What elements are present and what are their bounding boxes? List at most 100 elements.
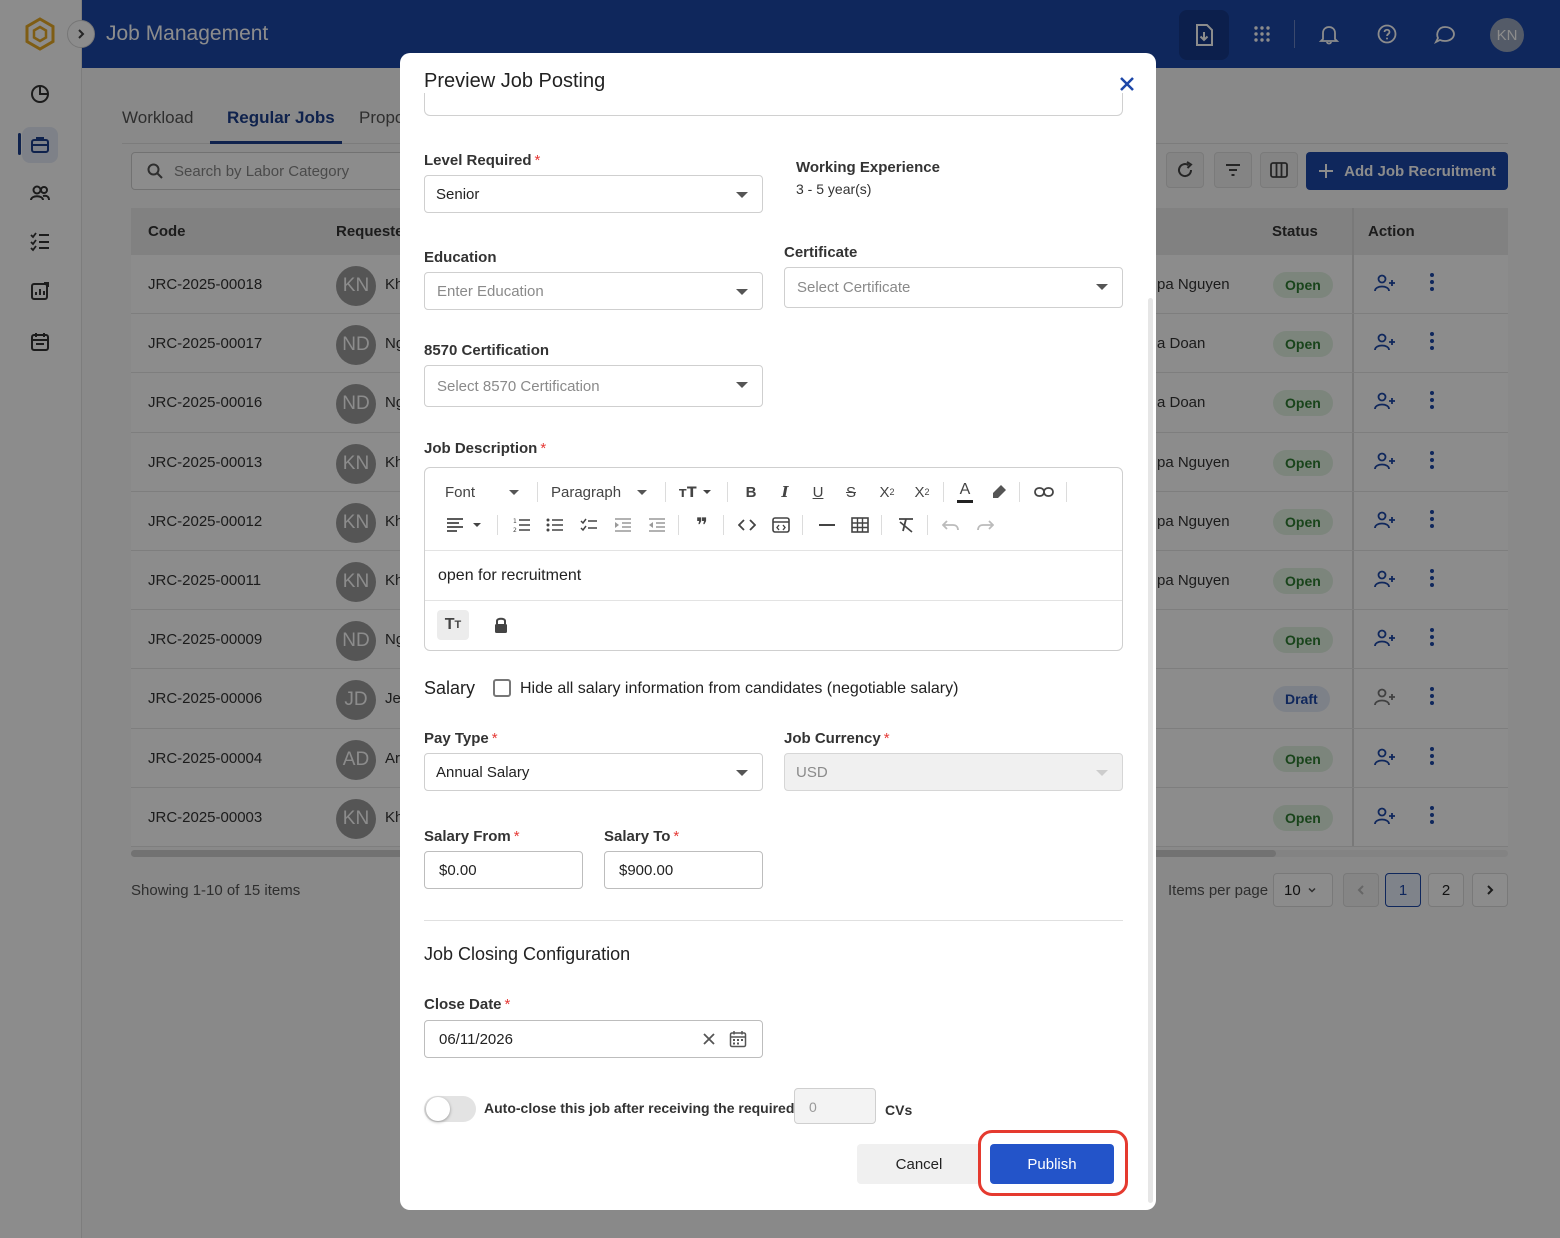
toolbar-separator: [802, 515, 803, 535]
svg-text:T: T: [687, 485, 697, 500]
paragraph-select[interactable]: Paragraph: [543, 480, 655, 504]
horizontal-rule-icon[interactable]: [814, 513, 840, 537]
strikethrough-icon[interactable]: S: [838, 480, 864, 504]
close-date-label: Close Date *: [424, 996, 511, 1013]
hide-salary-checkbox[interactable]: [493, 679, 511, 697]
code-icon[interactable]: [734, 513, 760, 537]
toolbar-separator: [881, 515, 882, 535]
job-currency-value: USD: [796, 764, 828, 781]
clear-format-icon[interactable]: [893, 513, 919, 537]
close-date-input[interactable]: 06/11/2026: [424, 1020, 763, 1058]
cv-count-value: 0: [809, 1099, 817, 1115]
caret-down-icon: [736, 770, 748, 776]
level-required-select[interactable]: Senior: [424, 175, 763, 213]
toolbar-separator: [927, 515, 928, 535]
level-required-label: Level Required *: [424, 152, 541, 169]
toolbar-separator: [1066, 482, 1067, 502]
modal-scrollbar[interactable]: [1148, 298, 1153, 1203]
table-icon[interactable]: [847, 513, 873, 537]
checklist-icon[interactable]: [576, 513, 602, 537]
pay-type-label: Pay Type *: [424, 730, 498, 747]
font-select[interactable]: Font: [437, 480, 527, 504]
job-description-label: Job Description *: [424, 440, 547, 457]
toolbar-separator: [943, 482, 944, 502]
link-icon[interactable]: [1030, 480, 1058, 504]
font-select-label: Font: [445, 483, 476, 501]
preview-job-posting-modal: Preview Job Posting Level Required * Seni…: [400, 53, 1156, 1210]
svg-text:2: 2: [513, 527, 517, 533]
level-required-value: Senior: [436, 186, 480, 203]
caret-down-icon: [736, 289, 748, 295]
clear-date-icon[interactable]: [702, 1032, 716, 1050]
font-size-icon[interactable]: TT: [675, 480, 719, 504]
salary-to-value: $900.00: [619, 862, 674, 879]
cert-8570-placeholder: Select 8570 Certification: [437, 378, 600, 395]
certificate-select[interactable]: Select Certificate: [784, 267, 1123, 308]
toolbar-separator: [537, 482, 538, 502]
ordered-list-icon[interactable]: 12: [509, 513, 535, 537]
caret-down-icon: [637, 489, 647, 495]
close-icon: [1120, 77, 1134, 91]
cv-suffix-label: CVs: [885, 1102, 913, 1118]
pay-type-select[interactable]: Annual Salary: [424, 753, 763, 791]
salary-to-input[interactable]: $900.00: [604, 851, 763, 889]
cancel-button[interactable]: Cancel: [857, 1144, 981, 1184]
code-block-icon[interactable]: [768, 513, 794, 537]
job-description-text: open for recruitment: [438, 567, 582, 584]
text-format-toggle-icon[interactable]: TT: [437, 610, 469, 640]
working-experience-value: 3 - 5 year(s): [796, 181, 872, 197]
toolbar-separator: [1019, 482, 1020, 502]
bold-icon[interactable]: B: [738, 480, 764, 504]
certificate-placeholder: Select Certificate: [797, 279, 911, 296]
caret-down-icon: [736, 382, 748, 388]
quote-icon[interactable]: ❞: [689, 513, 715, 537]
pay-type-value: Annual Salary: [436, 764, 530, 781]
education-label: Education: [424, 249, 497, 266]
bullet-list-icon[interactable]: [542, 513, 568, 537]
italic-icon[interactable]: I: [772, 480, 798, 504]
toolbar-separator: [497, 515, 498, 535]
toolbar-separator: [727, 482, 728, 502]
highlight-color-icon[interactable]: [986, 480, 1012, 504]
caret-down-icon: [509, 489, 519, 495]
modal-title: Preview Job Posting: [424, 70, 606, 92]
caret-down-icon: [1096, 284, 1108, 290]
subscript-icon[interactable]: X2: [874, 480, 900, 504]
toolbar-separator: [678, 515, 679, 535]
certificate-label: Certificate: [784, 244, 858, 261]
text-color-icon[interactable]: A: [952, 478, 978, 506]
paragraph-select-label: Paragraph: [551, 483, 622, 501]
salary-from-value: $0.00: [439, 862, 477, 879]
job-currency-select: USD: [784, 753, 1123, 791]
previous-field-partial: [424, 93, 1123, 116]
close-date-value: 06/11/2026: [439, 1031, 513, 1048]
cert-8570-select[interactable]: Select 8570 Certification: [424, 365, 763, 407]
superscript-icon[interactable]: X2: [909, 480, 935, 504]
toolbar-separator: [723, 515, 724, 535]
align-icon[interactable]: [443, 513, 487, 537]
publish-highlight-annotation: [978, 1130, 1128, 1196]
underline-icon[interactable]: U: [805, 480, 831, 504]
outdent-icon[interactable]: [644, 513, 670, 537]
salary-section-title: Salary: [424, 678, 476, 698]
cert-8570-label: 8570 Certification: [424, 342, 550, 359]
education-select[interactable]: Enter Education: [424, 272, 763, 310]
education-placeholder: Enter Education: [437, 283, 544, 300]
hide-salary-label: Hide all salary information from candida…: [520, 680, 959, 697]
caret-down-icon: [736, 192, 748, 198]
job-currency-label: Job Currency *: [784, 730, 890, 747]
auto-close-toggle[interactable]: [424, 1096, 476, 1122]
salary-from-input[interactable]: $0.00: [424, 851, 583, 889]
calendar-icon[interactable]: [729, 1030, 747, 1052]
undo-icon[interactable]: [938, 513, 964, 537]
working-experience-label: Working Experience: [796, 159, 940, 176]
toggle-knob: [426, 1097, 450, 1121]
job-closing-title: Job Closing Configuration: [424, 944, 631, 964]
indent-icon[interactable]: [610, 513, 636, 537]
redo-icon[interactable]: [972, 513, 998, 537]
editor-content-area[interactable]: open for recruitment: [425, 550, 1122, 601]
svg-text:1: 1: [513, 518, 517, 525]
svg-text:T: T: [679, 487, 687, 500]
auto-close-label: Auto-close this job after receiving the …: [484, 1100, 795, 1116]
lock-icon[interactable]: [489, 610, 513, 640]
